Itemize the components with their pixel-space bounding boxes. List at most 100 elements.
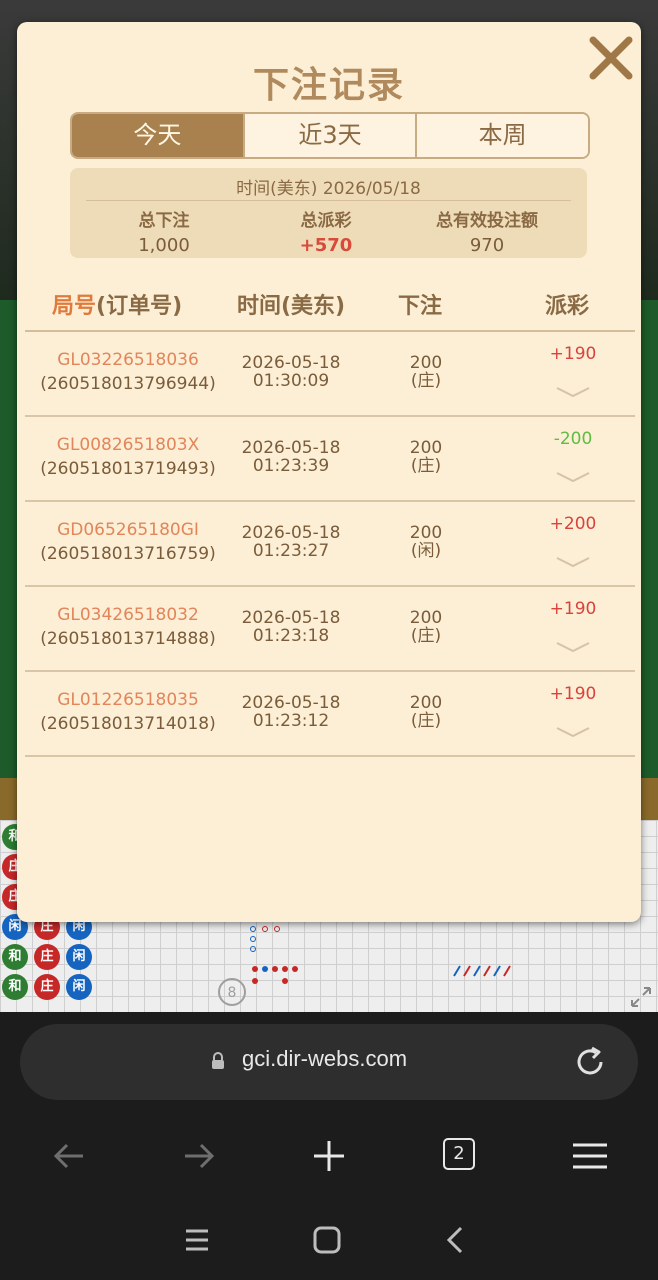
- record-date: 2026-05-18: [241, 608, 341, 628]
- bet-side: (庄): [410, 371, 442, 391]
- record-date: 2026-05-18: [241, 523, 341, 543]
- game-id: GL03426518032: [57, 605, 199, 625]
- chevron-down-icon[interactable]: [555, 724, 591, 740]
- bet-amount: 200: [409, 693, 443, 713]
- total-bet-value: 1,000: [138, 235, 190, 256]
- order-number: (260518013714018): [40, 714, 216, 734]
- road-dot: [252, 966, 258, 972]
- total-bet: 总下注 1,000: [84, 206, 244, 256]
- record-date: 2026-05-18: [241, 353, 341, 373]
- record-time: 01:23:39: [252, 456, 330, 476]
- road-dot: [282, 978, 288, 984]
- chevron-down-icon[interactable]: [555, 469, 591, 485]
- forward-arrow-icon[interactable]: [175, 1132, 223, 1180]
- bet-side: (庄): [410, 456, 442, 476]
- tab-last-3-days[interactable]: 近3天: [242, 114, 416, 157]
- record-time: 01:23:27: [252, 541, 330, 561]
- time-cell: 2026-05-18 01:23:39: [231, 439, 351, 475]
- order-cell: GL03426518032 (260518013714888): [25, 603, 231, 651]
- order-cell: GL03226518036 (260518013796944): [25, 348, 231, 396]
- bet-cell: 200 (庄): [395, 694, 457, 730]
- bet-side: (庄): [410, 711, 442, 731]
- valid-bet: 总有效投注额 970: [407, 206, 567, 256]
- record-row[interactable]: GL01226518035 (260518013714018) 2026-05-18…: [25, 672, 635, 757]
- record-row[interactable]: GL03226518036 (260518013796944) 2026-05-18…: [25, 332, 635, 417]
- address-bar[interactable]: gci.dir-webs.com: [20, 1024, 638, 1100]
- close-icon[interactable]: [583, 30, 639, 86]
- modal-title: 下注记录: [252, 65, 405, 106]
- reload-icon[interactable]: [572, 1044, 608, 1080]
- game-id: GL01226518035: [57, 690, 199, 710]
- payout-value: +190: [549, 599, 597, 619]
- road-dot: [250, 926, 256, 932]
- big-eye-road: [453, 965, 511, 977]
- summary-divider: [86, 200, 571, 201]
- bet-amount: 200: [409, 523, 443, 543]
- road-dot: [250, 936, 256, 942]
- bead: 和: [2, 944, 28, 970]
- bet-amount: 200: [409, 438, 443, 458]
- bead: 闲: [66, 944, 92, 970]
- valid-bet-label: 总有效投注额: [436, 211, 538, 231]
- record-row[interactable]: GD065265180GI (260518013716759) 2026-05-18…: [25, 502, 635, 587]
- total-payout-label: 总派彩: [300, 211, 352, 231]
- order-number: (260518013716759): [40, 544, 216, 564]
- chevron-down-icon[interactable]: [555, 554, 591, 570]
- total-payout: 总派彩 +570: [246, 206, 406, 256]
- bead: 和: [2, 974, 28, 1000]
- bead: 庄: [34, 974, 60, 1000]
- record-time: 01:23:12: [252, 711, 330, 731]
- url-text: gci.dir-webs.com: [242, 1046, 408, 1071]
- col-payout: 派彩: [545, 294, 590, 319]
- new-tab-plus-icon[interactable]: [305, 1132, 353, 1180]
- total-payout-value: +570: [299, 235, 353, 256]
- order-number: (260518013796944): [40, 374, 216, 394]
- col-order-prefix: 局号: [52, 294, 97, 319]
- system-back-icon[interactable]: [436, 1220, 476, 1260]
- expand-icon[interactable]: [630, 986, 652, 1008]
- time-cell: 2026-05-18 01:23:12: [231, 694, 351, 730]
- recent-apps-icon[interactable]: [177, 1220, 217, 1260]
- col-order-suffix: (订单号): [96, 294, 183, 319]
- bet-side: (闲): [410, 541, 442, 561]
- bet-amount: 200: [409, 608, 443, 628]
- payout-value: -200: [553, 429, 593, 449]
- bead-road-col-2: 庄 庄 庄: [34, 914, 60, 1000]
- menu-icon[interactable]: [566, 1132, 614, 1180]
- order-cell: GD065265180GI (260518013716759): [25, 518, 231, 566]
- road-dot: [252, 978, 258, 984]
- bead: 庄: [34, 944, 60, 970]
- home-icon[interactable]: [307, 1220, 347, 1260]
- summary-panel: 时间(美东) 2026/05/18 总下注 1,000 总派彩 +570 总有效…: [70, 168, 587, 258]
- lock-icon: [212, 1052, 224, 1069]
- col-bet: 下注: [398, 294, 443, 319]
- back-arrow-icon[interactable]: [45, 1132, 93, 1180]
- chevron-down-icon[interactable]: [555, 639, 591, 655]
- record-row[interactable]: GL03426518032 (260518013714888) 2026-05-18…: [25, 587, 635, 672]
- time-cell: 2026-05-18 01:23:27: [231, 524, 351, 560]
- tab-count: 2: [443, 1138, 475, 1170]
- bet-cell: 200 (庄): [395, 609, 457, 645]
- valid-bet-value: 970: [469, 235, 505, 256]
- time-cell: 2026-05-18 01:30:09: [231, 354, 351, 390]
- tab-this-week[interactable]: 本周: [415, 114, 588, 157]
- record-date: 2026-05-18: [241, 693, 341, 713]
- road-dot: [292, 966, 298, 972]
- summary-date: 时间(美东) 2026/05/18: [236, 179, 421, 199]
- chevron-down-icon[interactable]: [555, 384, 591, 400]
- bet-side: (庄): [410, 626, 442, 646]
- payout-value: +190: [549, 684, 597, 704]
- browser-chrome: gci.dir-webs.com 2: [0, 1012, 658, 1280]
- record-time: 01:30:09: [252, 371, 330, 391]
- time-cell: 2026-05-18 01:23:18: [231, 609, 351, 645]
- road-badge-number: 8: [228, 985, 237, 1001]
- road-dot: [250, 946, 256, 952]
- records-table-header: 局号(订单号) 时间(美东) 下注 派彩: [25, 288, 635, 332]
- tab-today[interactable]: 今天: [72, 114, 243, 157]
- bet-record-modal: 下注记录 今天 近3天 本周 时间(美东) 2026/05/18 总下注 1,0…: [17, 22, 641, 922]
- bead: 闲: [66, 974, 92, 1000]
- tab-switcher-button[interactable]: 2: [443, 1132, 491, 1180]
- record-row[interactable]: GL0082651803X (260518013719493) 2026-05-18…: [25, 417, 635, 502]
- order-cell: GL01226518035 (260518013714018): [25, 688, 231, 736]
- payout-value: +200: [549, 514, 597, 534]
